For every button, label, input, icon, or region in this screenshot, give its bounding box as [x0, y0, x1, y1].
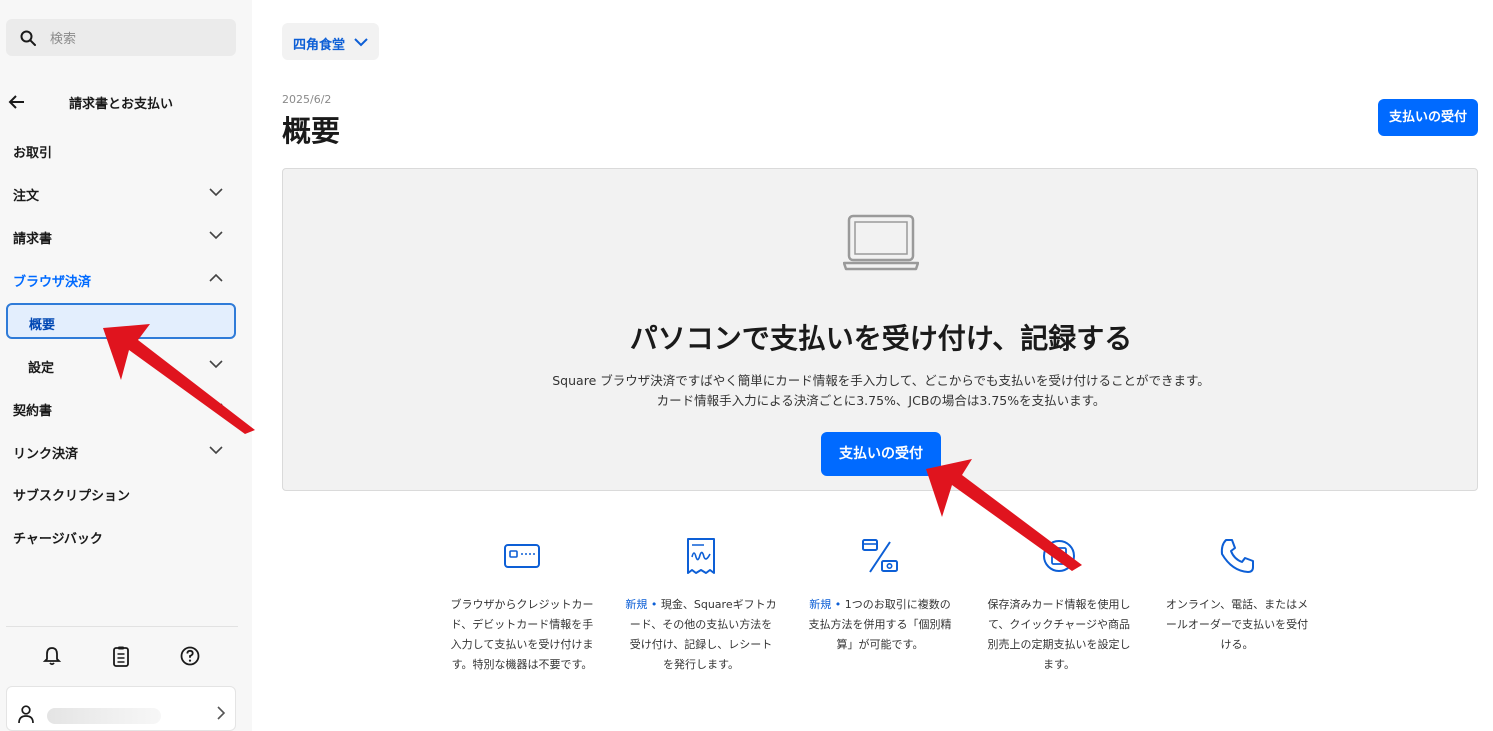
receipt-icon [687, 538, 715, 574]
page-date: 2025/6/2 [282, 93, 332, 106]
split-payment-icon [862, 539, 898, 573]
sidebar-item-label: 契約書 [13, 404, 53, 419]
feature-text: ブラウザからクレジットカー ド、デビットカード情報を手 入力して支払いを受け付け… [437, 595, 607, 675]
accept-payment-button-top[interactable]: 支払いの受付 [1378, 99, 1478, 136]
chevron-down-icon [209, 188, 223, 197]
chevron-right-icon [217, 706, 226, 720]
feature-line: ける。 [1220, 638, 1254, 651]
sidebar-item-transactions[interactable]: お取引 [0, 135, 252, 165]
annotation-arrow-button [926, 459, 1082, 571]
phone-icon [1220, 539, 1254, 573]
new-badge: 新規 • [809, 598, 842, 611]
chevron-down-icon [209, 231, 223, 240]
feature-line: オンライン、電話、またはメ [1165, 598, 1309, 611]
hero-description-line2: カード情報手入力による決済ごとに3.75%、JCBの場合は3.75%を支払います… [656, 393, 1106, 408]
back-arrow-icon[interactable] [8, 94, 26, 110]
sidebar-item-chargebacks[interactable]: チャージバック [0, 521, 252, 551]
sidebar-section-title: 請求書とお支払い [69, 97, 174, 112]
feature-line: 算」が可能です。 [836, 638, 924, 651]
feature-line: ード、その他の支払い方法を [629, 618, 773, 631]
sidebar-item-payment-links[interactable]: リンク決済 [0, 436, 252, 466]
help-icon[interactable] [179, 645, 201, 667]
sidebar-item-subscriptions[interactable]: サブスクリプション [0, 478, 252, 508]
sidebar-item-invoices[interactable]: 請求書 [0, 221, 252, 251]
sidebar-item-label: チャージバック [13, 532, 103, 547]
account-name-redacted [47, 708, 161, 724]
chevron-down-icon [209, 446, 223, 455]
laptop-icon [843, 214, 919, 271]
sidebar-item-orders[interactable]: 注文 [0, 178, 252, 208]
feature-line: ド、デビットカード情報を手 [450, 618, 594, 631]
feature-line: 別売上の定期支払いを設定し [987, 638, 1131, 651]
feature-line: ールオーダーで支払いを受付 [1165, 618, 1309, 631]
sidebar-item-label: ブラウザ決済 [13, 275, 92, 290]
feature-line: 入力して支払いを受け付けま [450, 638, 594, 651]
sidebar-back-row: 請求書とお支払い [0, 88, 252, 116]
feature-line: 支払方法を併用する「個別精 [808, 618, 952, 631]
feature-line: 新規 • 1つのお取引に複数の [795, 595, 965, 615]
page-title: 概要 [282, 114, 341, 148]
feature-text: オンライン、電話、またはメ ールオーダーで支払いを受付 ける。 [1152, 595, 1322, 655]
feature-line: ブラウザからクレジットカー [450, 598, 594, 611]
feature-line-text: 現金、Squareギフトカ [657, 598, 777, 611]
sidebar-item-label: サブスクリプション [13, 489, 131, 504]
clipboard-icon[interactable] [110, 645, 132, 667]
feature-line: 受け付け、記録し、レシート [629, 638, 773, 651]
person-icon [18, 705, 34, 724]
feature-line: を発行します。 [663, 658, 739, 671]
search-icon [20, 30, 36, 46]
sidebar-item-label: 概要 [29, 318, 56, 333]
sidebar-item-label: リンク決済 [13, 447, 79, 462]
sidebar-item-browser-payments[interactable]: ブラウザ決済 [0, 264, 252, 294]
account-menu[interactable] [6, 686, 236, 731]
card-icon [504, 544, 540, 568]
feature-text: 新規 • 現金、Squareギフトカ ード、その他の支払い方法を 受け付け、記録… [616, 595, 786, 675]
sidebar-item-label: 設定 [28, 361, 55, 376]
feature-line: ます。 [1043, 658, 1075, 671]
feature-line: て、クイックチャージや商品 [987, 618, 1131, 631]
search-input[interactable]: 検索 [6, 19, 236, 56]
feature-line: す。特別な機器は不要です。 [451, 658, 593, 671]
new-badge: 新規 • [625, 598, 658, 611]
feature-other-payment-methods: 新規 • 現金、Squareギフトカ ード、その他の支払い方法を 受け付け、記録… [616, 536, 786, 675]
feature-text: 新規 • 1つのお取引に複数の 支払方法を併用する「個別精 算」が可能です。 [795, 595, 965, 655]
feature-text: 保存済みカード情報を使用し て、クイックチャージや商品 別売上の定期支払いを設定… [974, 595, 1144, 675]
sidebar-item-label: 請求書 [13, 232, 53, 247]
chevron-down-icon [354, 38, 368, 47]
hero-panel: パソコンで支払いを受け付け、記録する Square ブラウザ決済ですばやく簡単に… [282, 168, 1478, 491]
location-selector[interactable]: 四角食堂 [282, 23, 379, 60]
annotation-arrow-sidebar [103, 324, 255, 434]
hero-title: パソコンで支払いを受け付け、記録する [629, 322, 1133, 355]
feature-line: 新規 • 現金、Squareギフトカ [616, 595, 786, 615]
chevron-up-icon [209, 273, 223, 282]
bell-icon[interactable] [41, 645, 63, 667]
feature-manual-card-entry: ブラウザからクレジットカー ド、デビットカード情報を手 入力して支払いを受け付け… [437, 536, 607, 675]
feature-line-text: 1つのお取引に複数の [841, 598, 951, 611]
search-placeholder: 検索 [50, 32, 77, 47]
hero-description-line1: Square ブラウザ決済ですばやく簡単にカード情報を手入力して、どこからでも支… [552, 373, 1210, 388]
sidebar-divider [6, 626, 238, 627]
sidebar-item-label: お取引 [13, 146, 53, 161]
location-label: 四角食堂 [293, 38, 346, 53]
sidebar-item-label: 注文 [13, 189, 40, 204]
feature-line: 保存済みカード情報を使用し [987, 598, 1131, 611]
feature-phone-orders: オンライン、電話、またはメ ールオーダーで支払いを受付 ける。 [1152, 536, 1322, 655]
